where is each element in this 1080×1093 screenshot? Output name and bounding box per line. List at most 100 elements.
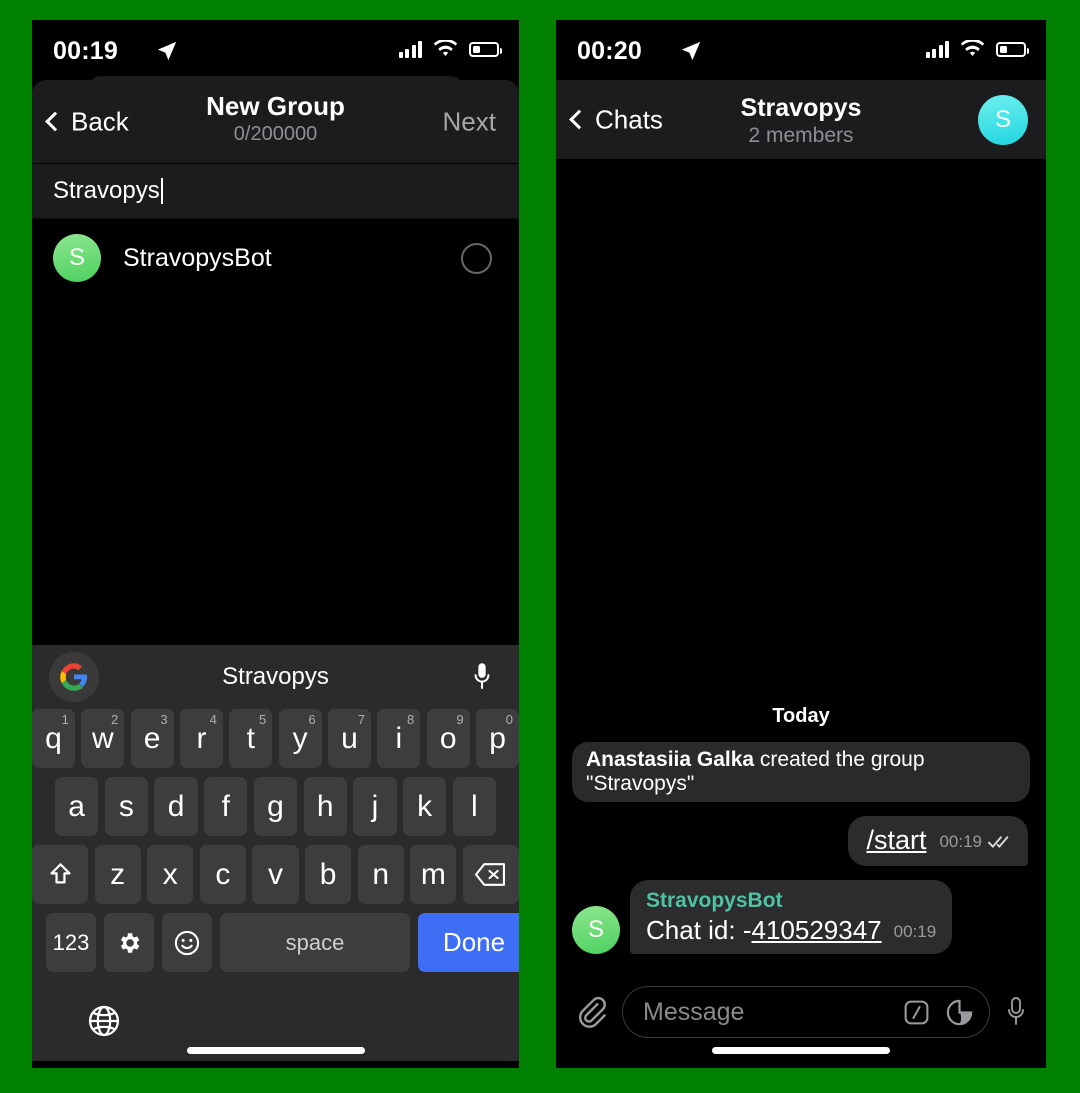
numeric-key[interactable]: 123 [46, 913, 96, 972]
key-d[interactable]: d [154, 777, 198, 836]
home-indicator [712, 1047, 890, 1054]
location-arrow-icon [156, 40, 178, 62]
microphone-icon[interactable] [1004, 995, 1028, 1029]
key-number-hint: 3 [160, 712, 168, 727]
paperclip-icon[interactable] [574, 995, 608, 1029]
double-check-icon [988, 836, 1009, 848]
select-checkbox[interactable] [461, 242, 492, 274]
key-x[interactable]: x [147, 845, 194, 904]
key-b[interactable]: b [305, 845, 352, 904]
key-l[interactable]: l [452, 777, 496, 836]
smiley-icon[interactable] [162, 913, 212, 972]
suggestion-bar: Stravopys [32, 645, 519, 709]
chat-nav-bar: Chats Stravopys 2 members S [556, 80, 1046, 159]
left-status-bar: 00:19 [32, 20, 519, 80]
key-number-hint: 4 [209, 712, 217, 727]
message-input-bar: Message [556, 964, 1046, 1060]
keyboard-row-3: zxcvbnm [32, 845, 519, 904]
shift-key[interactable] [32, 845, 88, 904]
search-input-value: Stravopys [53, 177, 160, 204]
incoming-message-line: Chat id: -410529347 00:19 [646, 915, 936, 946]
message-meta: 00:19 [939, 832, 1012, 856]
space-key[interactable]: space [220, 913, 410, 972]
on-screen-keyboard: Stravopys q1w2e3r4t5y6u7i8o9p0 asdfghjkl… [32, 645, 519, 1061]
key-e[interactable]: e3 [130, 709, 174, 768]
key-z[interactable]: z [94, 845, 141, 904]
status-time: 00:19 [53, 37, 118, 65]
keyboard-row-4: 123 space Done [32, 913, 519, 972]
key-i[interactable]: i8 [377, 709, 421, 768]
key-g[interactable]: g [253, 777, 298, 836]
signal-bars-icon [398, 41, 422, 58]
key-p[interactable]: p0 [476, 709, 519, 768]
key-v[interactable]: v [252, 845, 299, 904]
outgoing-message-row: /start 00:19 [572, 815, 1030, 866]
key-r[interactable]: r4 [180, 709, 223, 768]
key-number-hint: 2 [110, 712, 119, 727]
globe-icon[interactable] [86, 1003, 122, 1039]
key-y[interactable]: y6 [278, 709, 322, 768]
wifi-icon [433, 40, 458, 56]
search-input[interactable]: Stravopys [32, 164, 519, 219]
gear-icon[interactable] [104, 913, 154, 972]
key-c[interactable]: c [199, 845, 246, 904]
date-divider: Today [772, 704, 830, 727]
avatar[interactable]: S [572, 906, 620, 954]
backspace-key[interactable] [462, 845, 519, 904]
key-j[interactable]: j [353, 777, 397, 836]
chat-title-group[interactable]: Stravopys 2 members [556, 93, 1046, 149]
battery-low-icon [469, 42, 502, 57]
signal-bars-icon [925, 41, 949, 58]
key-s[interactable]: s [104, 777, 148, 836]
incoming-bubble[interactable]: StravopysBot Chat id: -410529347 00:19 [630, 879, 953, 954]
chat-id-value[interactable]: 410529347 [752, 915, 882, 945]
message-input[interactable]: Message [622, 986, 990, 1038]
next-button[interactable]: Next [443, 106, 496, 137]
screenshot-stage: 00:19 Back New Group 0/200000 Next Strav… [0, 0, 1080, 1093]
key-m[interactable]: m [410, 845, 457, 904]
slash-command-icon[interactable] [902, 998, 931, 1027]
outgoing-message-text: /start [866, 824, 927, 855]
key-h[interactable]: h [303, 777, 347, 836]
outgoing-bubble[interactable]: /start 00:19 [848, 815, 1028, 866]
microphone-icon[interactable] [471, 661, 493, 693]
key-a[interactable]: a [55, 777, 99, 836]
avatar: S [53, 234, 101, 282]
status-indicators [925, 40, 1029, 59]
key-q[interactable]: q1 [32, 709, 75, 768]
text-caret [160, 178, 163, 204]
key-number-hint: 9 [456, 712, 464, 727]
message-list: Today Anastasiia Galka created the group… [556, 705, 1046, 954]
left-phone-screen: 00:19 Back New Group 0/200000 Next Strav… [32, 20, 519, 1068]
service-message: Anastasiia Galka created the group "Stra… [572, 741, 1030, 802]
done-key[interactable]: Done [418, 913, 519, 972]
key-number-hint: 6 [308, 712, 316, 727]
chat-avatar[interactable]: S [978, 94, 1028, 145]
home-indicator [186, 1047, 365, 1054]
chat-member-count: 2 members [748, 124, 854, 147]
key-t[interactable]: t5 [229, 709, 273, 768]
chat-message-area: Today Anastasiia Galka created the group… [556, 159, 1046, 964]
message-placeholder: Message [643, 997, 745, 1026]
incoming-message-text: Chat id: -410529347 [646, 915, 882, 946]
contact-name: StravopysBot [123, 243, 272, 272]
location-arrow-icon [680, 40, 702, 62]
new-group-nav-bar: Back New Group 0/200000 Next [32, 80, 519, 164]
message-time: 00:19 [893, 922, 937, 941]
status-indicators [398, 40, 502, 59]
key-k[interactable]: k [403, 777, 447, 836]
key-o[interactable]: o9 [426, 709, 470, 768]
key-w[interactable]: w2 [81, 709, 125, 768]
right-status-bar: 00:20 [556, 20, 1046, 80]
list-item[interactable]: S StravopysBot [32, 219, 519, 297]
key-number-hint: 7 [357, 712, 365, 727]
key-u[interactable]: u7 [328, 709, 371, 768]
key-n[interactable]: n [357, 845, 404, 904]
suggestion-text[interactable]: Stravopys [32, 663, 519, 691]
key-f[interactable]: f [204, 777, 248, 836]
wifi-icon [960, 40, 985, 56]
chat-title: Stravopys [740, 94, 862, 122]
keyboard-row-1: q1w2e3r4t5y6u7i8o9p0 [32, 709, 519, 768]
sticker-icon[interactable] [944, 997, 975, 1028]
key-number-hint: 5 [259, 712, 267, 727]
